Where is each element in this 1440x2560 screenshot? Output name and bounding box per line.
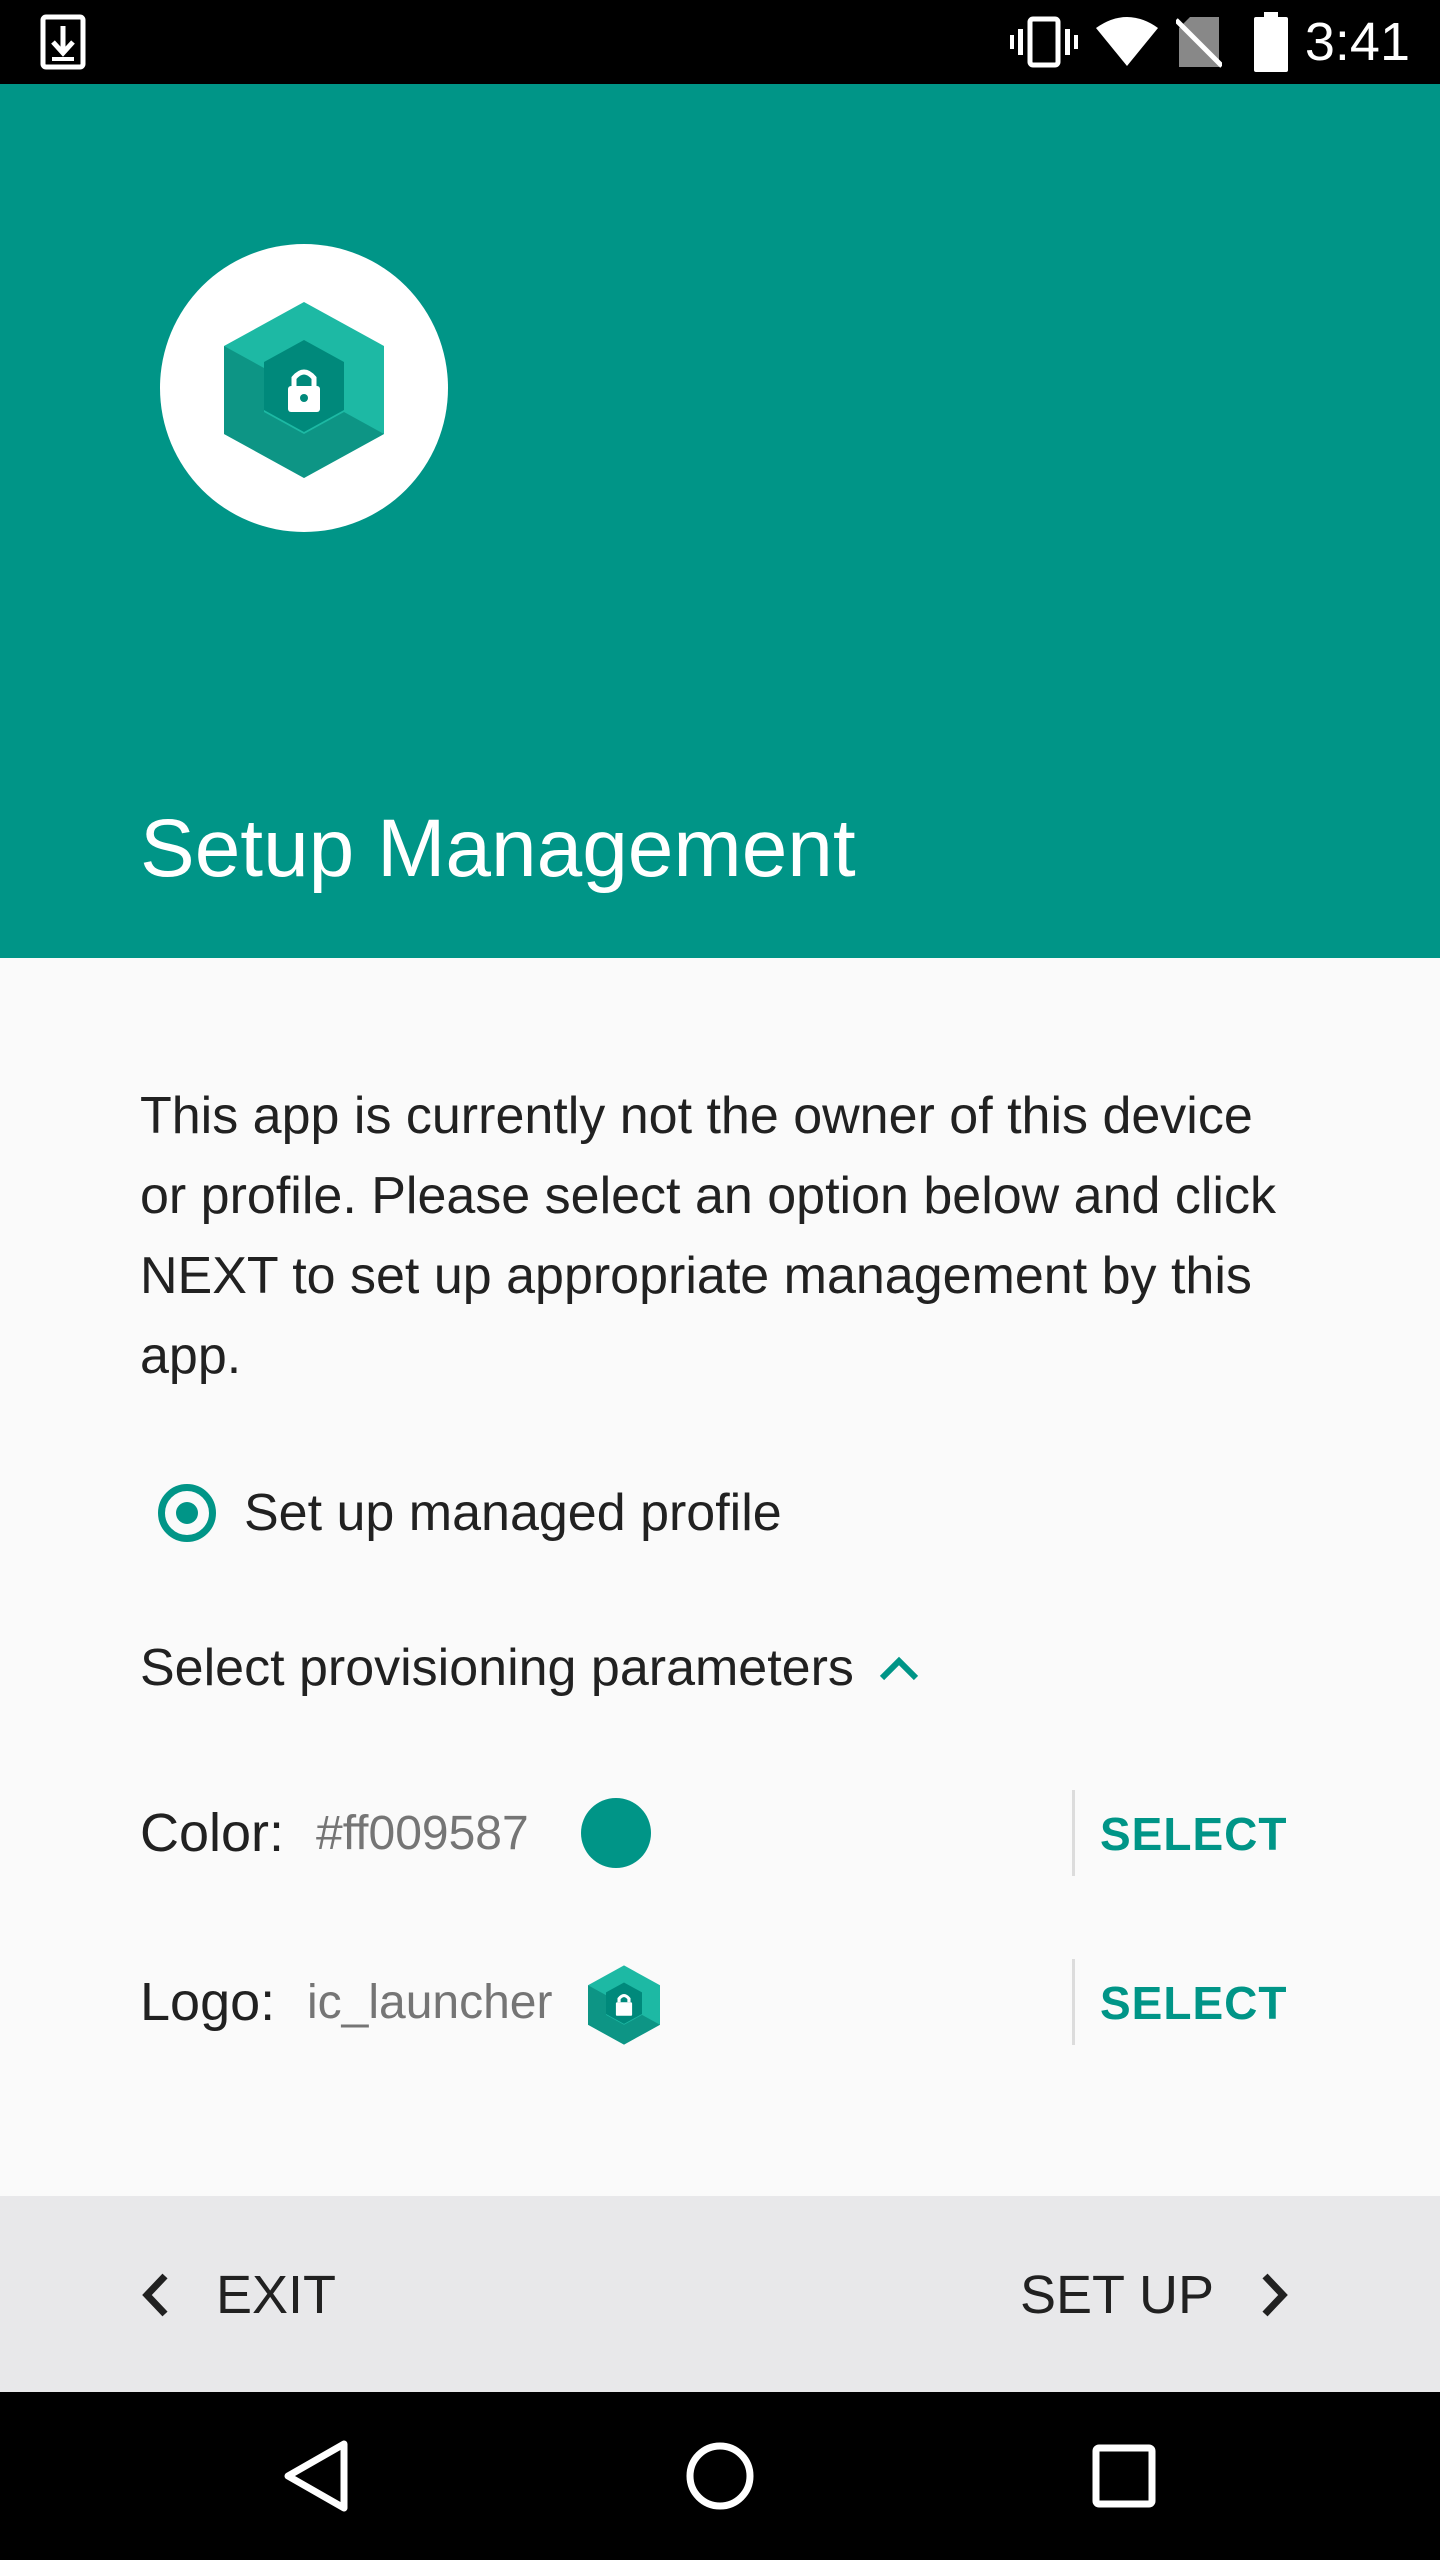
radio-button[interactable] — [158, 1484, 216, 1542]
logo-param-name: Logo: — [140, 1972, 276, 2032]
header: Setup Management — [0, 84, 1440, 958]
home-icon[interactable] — [670, 2426, 770, 2526]
recents-icon[interactable] — [1074, 2426, 1174, 2526]
content-area: This app is currently not the owner of t… — [0, 958, 1440, 2196]
wifi-icon — [1096, 17, 1158, 66]
action-bar: EXIT SET UP — [0, 2196, 1440, 2392]
navigation-bar — [0, 2392, 1440, 2560]
battery-icon — [1254, 12, 1288, 72]
managed-profile-option[interactable]: Set up managed profile — [158, 1468, 782, 1558]
managed-profile-label: Set up managed profile — [244, 1484, 782, 1542]
divider — [1072, 1959, 1075, 2045]
vibrate-icon — [1010, 16, 1078, 68]
divider — [1072, 1790, 1075, 1876]
chevron-right-icon — [1262, 2273, 1288, 2317]
app-logo-icon — [224, 302, 384, 478]
provisioning-params-label: Select provisioning parameters — [140, 1639, 854, 1697]
exit-button[interactable]: EXIT — [140, 2250, 336, 2340]
color-param-name: Color: — [140, 1803, 285, 1863]
color-param-row: Color: #ff009587 SELECT — [140, 1784, 1300, 1884]
setup-label: SET UP — [1019, 2265, 1214, 2325]
color-param-value: #ff009587 — [316, 1807, 529, 1860]
select-color-button[interactable]: SELECT — [1100, 1794, 1287, 1874]
download-icon — [40, 14, 86, 70]
back-icon[interactable] — [266, 2426, 366, 2526]
launcher-logo-icon — [588, 1965, 660, 2045]
provisioning-params-toggle[interactable]: Select provisioning parameters — [140, 1623, 920, 1713]
status-bar: 3:41 — [0, 0, 1440, 84]
page-title: Setup Management — [140, 803, 856, 894]
setup-button[interactable]: SET UP — [1020, 2250, 1290, 2340]
select-logo-button[interactable]: SELECT — [1100, 1963, 1287, 2043]
app-logo — [160, 244, 448, 532]
chevron-up-icon — [879, 1656, 919, 1681]
logo-param-row: Logo: ic_launcher SELECT — [140, 1953, 1300, 2053]
chevron-left-icon — [142, 2273, 168, 2317]
exit-label: EXIT — [216, 2265, 337, 2325]
clock: 3:41 — [1304, 12, 1410, 72]
logo-param-value: ic_launcher — [307, 1976, 553, 2029]
description-text: This app is currently not the owner of t… — [140, 1087, 1276, 1385]
color-swatch — [581, 1798, 651, 1868]
radio-selected-dot — [176, 1502, 198, 1524]
no-sim-icon — [1176, 17, 1222, 68]
